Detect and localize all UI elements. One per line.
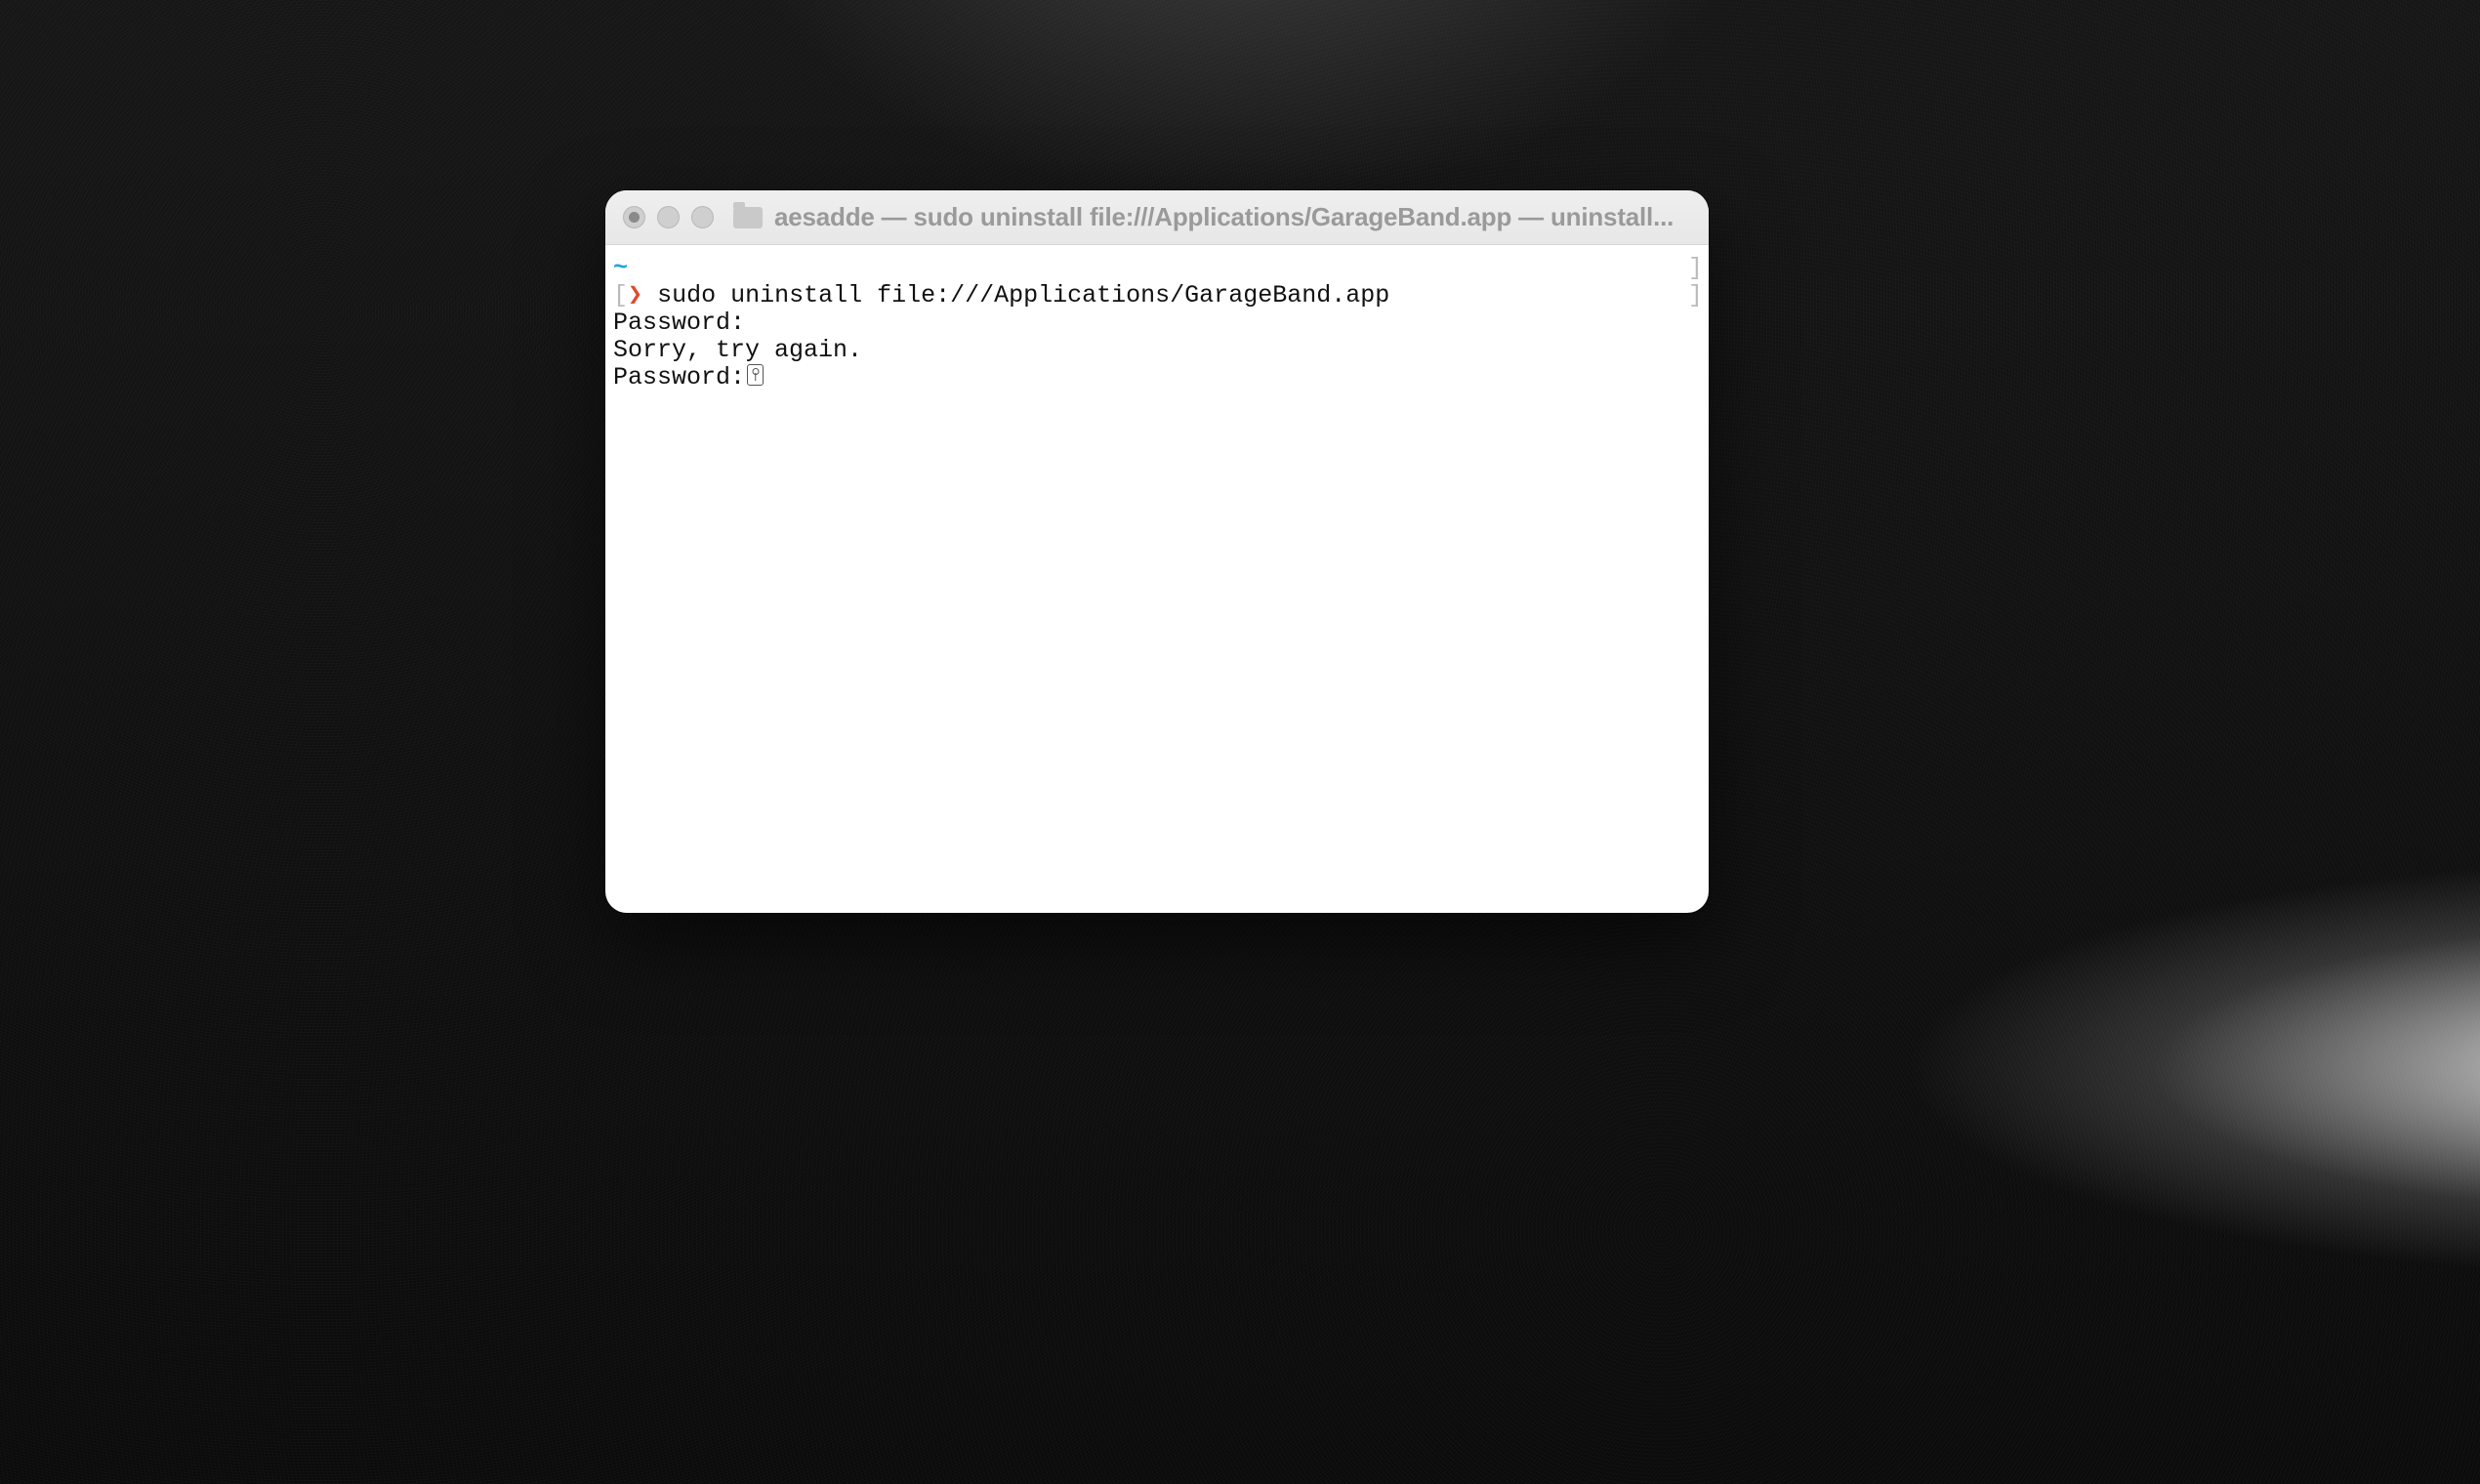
window-minimize-button[interactable] <box>657 206 680 228</box>
prompt-chevron-icon: ❯ <box>628 281 642 309</box>
terminal-content[interactable]: ~] [❯ sudo uninstall file:///Application… <box>605 245 1709 913</box>
prompt-left-bracket: [ <box>613 281 628 309</box>
window-zoom-button[interactable] <box>691 206 714 228</box>
window-titlebar[interactable]: aesadde — sudo uninstall file:///Applica… <box>605 190 1709 245</box>
window-title: aesadde — sudo uninstall file:///Applica… <box>774 202 1691 232</box>
cwd-indicator: ~ <box>613 254 628 282</box>
output-password-prompt-2: Password: <box>613 363 745 392</box>
key-cursor-icon <box>747 364 764 386</box>
output-password-prompt-1: Password: <box>613 309 745 337</box>
command-text: sudo uninstall file:///Applications/Gara… <box>657 281 1389 309</box>
prompt-right-bracket-2: ] <box>1688 282 1703 309</box>
window-close-button[interactable] <box>623 206 645 228</box>
prompt-right-bracket: ] <box>1688 255 1703 282</box>
output-sorry-line: Sorry, try again. <box>613 336 862 364</box>
terminal-window[interactable]: aesadde — sudo uninstall file:///Applica… <box>605 190 1709 913</box>
folder-icon <box>733 207 763 228</box>
